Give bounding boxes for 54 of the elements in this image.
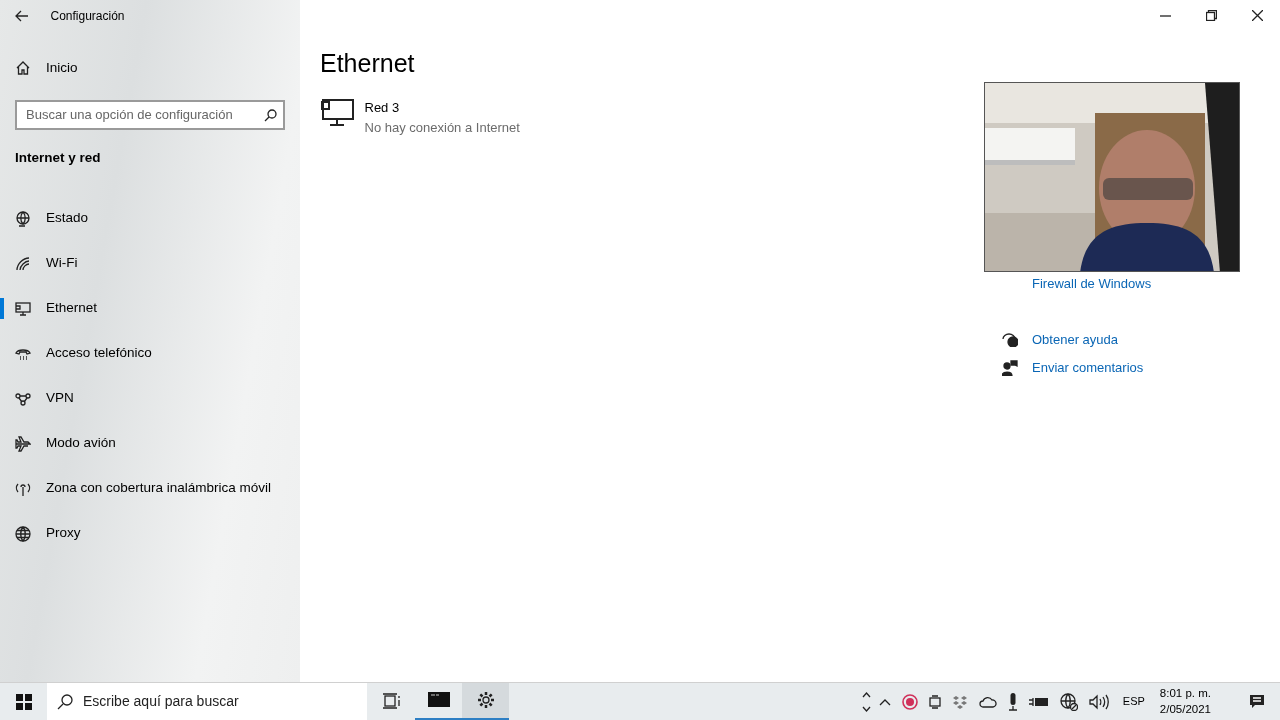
sidebar-item[interactable]: Ethernet xyxy=(0,286,300,331)
ethernet-icon xyxy=(320,98,354,128)
ethernet-icon xyxy=(15,300,31,317)
battery-plug-icon[interactable] xyxy=(1028,695,1049,708)
notifications-icon[interactable] xyxy=(1249,693,1265,710)
camera-app-icon[interactable] xyxy=(928,693,941,710)
back-arrow-icon xyxy=(15,10,29,22)
sidebar-item[interactable]: Wi-Fi xyxy=(0,241,300,286)
task-view-icon xyxy=(382,692,401,711)
feedback-link[interactable]: Enviar comentarios xyxy=(1032,358,1144,378)
search-icon xyxy=(264,109,277,122)
network-item[interactable]: Red 3 No hay conexión a Internet xyxy=(320,98,520,137)
boxes-icon[interactable] xyxy=(951,694,968,709)
sidebar-item[interactable]: Proxy xyxy=(0,511,300,556)
language-indicator[interactable]: ESP xyxy=(1122,693,1145,710)
terminal-icon xyxy=(427,691,450,709)
status-icon xyxy=(15,210,31,227)
taskbar-search-field[interactable]: Escribe aquí para buscar xyxy=(47,682,367,720)
sidebar-item[interactable]: VPN xyxy=(0,376,300,421)
sidebar-item[interactable]: Zona con cobertura inalámbrica móvil xyxy=(0,466,300,511)
sidebar-item[interactable]: Estado xyxy=(0,196,300,241)
firewall-link[interactable]: Firewall de Windows xyxy=(1032,274,1152,294)
taskbar-app-button[interactable] xyxy=(462,682,509,720)
close-icon xyxy=(1251,9,1263,21)
network-status: No hay conexión a Internet xyxy=(364,118,520,137)
search-icon xyxy=(57,693,73,710)
scroll-down-icon[interactable] xyxy=(861,705,871,712)
clock-date[interactable]: 2/05/2021 xyxy=(1159,701,1211,717)
help-link[interactable]: Obtener ayuda xyxy=(1032,329,1118,349)
gear-icon xyxy=(476,691,495,709)
globe-icon xyxy=(15,525,31,542)
windows-logo-icon xyxy=(15,693,32,710)
page-title: Ethernet xyxy=(320,48,416,78)
feedback-person-icon xyxy=(1002,359,1018,376)
microphone-icon[interactable] xyxy=(1007,692,1018,711)
vpn-icon xyxy=(15,390,31,407)
clock-time[interactable]: 8:01 p. m. xyxy=(1159,686,1211,702)
home-nav-item[interactable]: Inicio xyxy=(0,36,300,100)
sidebar-item[interactable]: Modo avión xyxy=(0,421,300,466)
window-title: Configuración xyxy=(50,8,125,25)
airplane-icon xyxy=(15,435,31,452)
wifi-icon xyxy=(15,255,31,272)
section-heading: Internet y red xyxy=(14,149,102,167)
chevron-up-icon[interactable] xyxy=(878,697,891,706)
speaker-icon[interactable] xyxy=(1088,693,1109,710)
network-name: Red 3 xyxy=(364,99,401,117)
sidebar-item[interactable]: Acceso telefónico xyxy=(0,331,300,376)
scroll-up-icon[interactable] xyxy=(861,691,871,698)
search-field[interactable]: Buscar una opción de configuración xyxy=(15,100,285,130)
home-icon xyxy=(15,60,31,76)
record-icon[interactable] xyxy=(901,693,918,710)
restore-icon xyxy=(1205,9,1217,21)
cloud-icon[interactable] xyxy=(978,695,997,708)
network-globe-icon[interactable] xyxy=(1059,692,1078,711)
